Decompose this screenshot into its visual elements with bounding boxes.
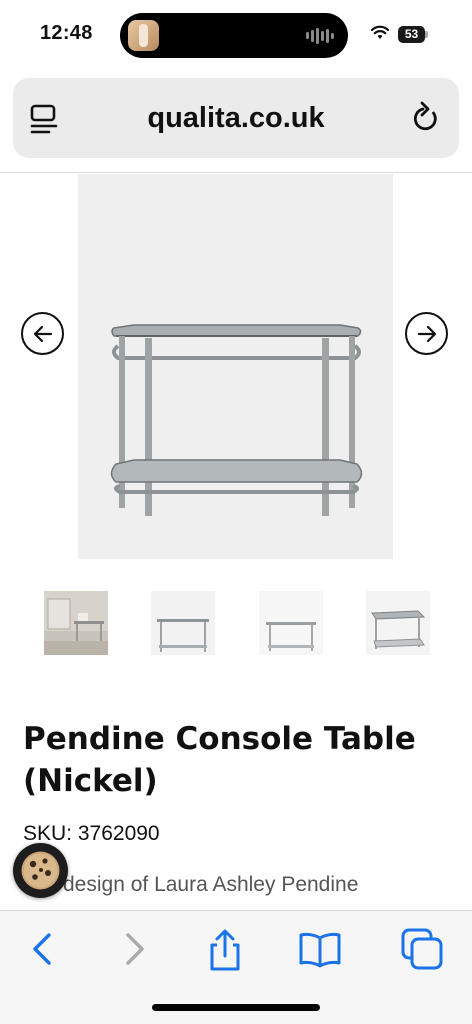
- forward-button[interactable]: [113, 927, 157, 971]
- sku-label: SKU:: [23, 822, 73, 845]
- thumbnail-console-front-alt[interactable]: [259, 591, 323, 655]
- arrow-left-icon: [33, 325, 53, 343]
- tabs-icon: [401, 928, 443, 970]
- next-image-button[interactable]: [405, 312, 448, 355]
- share-icon: [210, 929, 240, 971]
- product-title-line1: Pendine Console Table: [23, 721, 416, 757]
- dynamic-island[interactable]: [120, 13, 348, 58]
- battery-indicator: 53: [398, 26, 428, 43]
- audio-waveform-icon: [306, 27, 334, 44]
- product-main-image[interactable]: [78, 174, 393, 559]
- status-bar: 12:48 53: [0, 0, 472, 70]
- tabs-button[interactable]: [400, 927, 444, 971]
- now-playing-thumbnail: [128, 20, 159, 51]
- battery-level: 53: [398, 26, 425, 43]
- thumbnail-console-angle[interactable]: [366, 591, 430, 655]
- cookie-settings-button[interactable]: [13, 843, 68, 898]
- forward-chevron-icon: [126, 933, 144, 965]
- wifi-icon: [371, 25, 389, 39]
- home-indicator[interactable]: [152, 1004, 320, 1011]
- reload-icon[interactable]: [411, 101, 441, 135]
- share-button[interactable]: [203, 927, 247, 971]
- header-divider: [0, 172, 472, 173]
- product-title: Pendine Console Table (Nickel): [23, 718, 443, 802]
- previous-image-button[interactable]: [21, 312, 64, 355]
- back-button[interactable]: [20, 927, 64, 971]
- address-bar[interactable]: qualita.co.uk: [13, 78, 459, 158]
- description-text: design of Laura Ashley Pendine: [63, 873, 359, 896]
- arrow-right-icon: [417, 325, 437, 343]
- bookmarks-icon: [299, 932, 341, 968]
- product-title-line2: (Nickel): [23, 763, 158, 799]
- battery-cap: [425, 31, 428, 38]
- thumbnail-room-scene[interactable]: [44, 591, 108, 655]
- console-table-image: [110, 324, 363, 516]
- thumbnail-console-front[interactable]: [151, 591, 215, 655]
- back-chevron-icon: [33, 933, 51, 965]
- bookmarks-button[interactable]: [298, 927, 342, 971]
- url-text[interactable]: qualita.co.uk: [13, 78, 459, 158]
- thumbnail-strip: [0, 591, 472, 655]
- sku-value: 3762090: [77, 822, 160, 845]
- cookie-icon: [21, 851, 60, 890]
- product-description: design of Laura Ashley Pendine: [23, 873, 358, 897]
- status-time: 12:48: [40, 22, 93, 44]
